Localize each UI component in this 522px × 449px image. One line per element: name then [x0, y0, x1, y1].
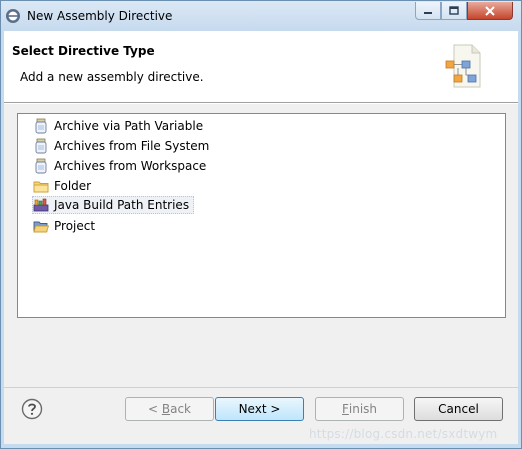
list-item-label: Project	[54, 219, 96, 233]
back-button-rest: ack	[170, 402, 191, 416]
minimize-button[interactable]	[415, 2, 441, 20]
directive-type-list[interactable]: Archive via Path Variable Archives from …	[17, 113, 506, 318]
project-folder-icon	[33, 221, 49, 233]
list-item-label: Archives from Workspace	[54, 159, 207, 173]
header-separator	[4, 103, 518, 104]
maximize-icon	[449, 5, 459, 15]
dialog-client-area: Select Directive Type Add a new assembly…	[4, 31, 518, 444]
list-item-label: Archives from File System	[54, 139, 210, 153]
minimize-icon	[424, 11, 432, 14]
button-bar-separator	[4, 387, 518, 388]
list-item-label: Folder	[54, 179, 92, 193]
next-button[interactable]: Next >	[215, 397, 304, 421]
jar-icon	[35, 138, 47, 154]
dialog-window: New Assembly Directive Select Directive …	[0, 0, 522, 449]
page-description: Add a new assembly directive.	[20, 70, 204, 84]
close-button[interactable]	[467, 2, 513, 20]
window-title: New Assembly Directive	[27, 9, 173, 23]
title-bar[interactable]: New Assembly Directive	[1, 1, 521, 31]
list-item-folder[interactable]: Folder	[33, 177, 95, 195]
list-item-label: Java Build Path Entries	[54, 198, 190, 212]
wizard-banner-icon	[445, 44, 481, 88]
library-icon	[33, 198, 49, 212]
finish-button[interactable]: Finish	[315, 397, 404, 421]
cancel-button-label: Cancel	[438, 402, 479, 416]
list-item-archives-from-file-system[interactable]: Archives from File System	[33, 137, 213, 155]
list-item-label: Archive via Path Variable	[54, 119, 204, 133]
list-item-archive-via-path-variable[interactable]: Archive via Path Variable	[33, 117, 207, 135]
page-title: Select Directive Type	[12, 44, 155, 58]
back-button-mnemonic: B	[161, 402, 171, 416]
jar-icon	[35, 158, 47, 174]
wizard-header: Select Directive Type Add a new assembly…	[4, 31, 518, 103]
eclipse-app-icon	[6, 9, 20, 23]
list-item-project[interactable]: Project	[33, 217, 99, 235]
watermark-text: https://blog.csdn.net/sxdtwym	[309, 427, 498, 441]
folder-icon	[33, 181, 49, 193]
list-item-java-build-path-entries[interactable]: Java Build Path Entries	[32, 196, 195, 214]
help-icon[interactable]	[21, 398, 43, 420]
close-icon	[485, 5, 495, 16]
list-item-archives-from-workspace[interactable]: Archives from Workspace	[33, 157, 210, 175]
next-button-label: Next >	[238, 402, 281, 416]
jar-icon	[35, 118, 47, 134]
finish-button-rest: inish	[348, 402, 378, 416]
cancel-button[interactable]: Cancel	[414, 397, 503, 421]
back-button-prefix: <	[147, 402, 162, 416]
finish-button-mnemonic: F	[341, 402, 349, 416]
back-button[interactable]: < Back	[125, 397, 214, 421]
maximize-button[interactable]	[441, 2, 467, 20]
